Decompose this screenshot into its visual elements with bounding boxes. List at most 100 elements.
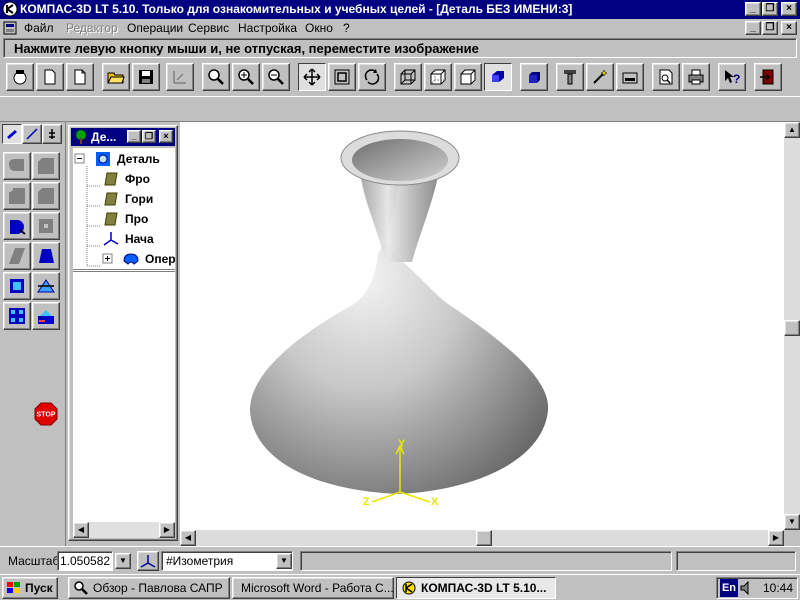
scale-input[interactable]: 1.050582 <box>57 551 113 571</box>
model-viewport[interactable]: Y X Z <box>180 122 784 530</box>
tree-minimize-button[interactable]: _ <box>127 130 141 143</box>
kompas-app-icon[interactable] <box>2 1 18 17</box>
wireframe-icon[interactable] <box>394 63 422 91</box>
perspective-icon[interactable] <box>520 63 548 91</box>
thin-lines-icon[interactable] <box>454 63 482 91</box>
shaded-icon[interactable] <box>484 63 512 91</box>
save-disk-icon[interactable] <box>132 63 160 91</box>
tree-maximize-button[interactable]: ❐ <box>142 130 156 143</box>
doc-minimize-button[interactable]: _ <box>745 21 761 35</box>
menu-help[interactable]: ? <box>343 21 350 35</box>
vase-model[interactable]: Y X Z <box>180 122 784 530</box>
zoom-out-icon[interactable] <box>262 63 290 91</box>
model-tree-titlebar[interactable]: Де... _ ❐ × <box>71 128 175 146</box>
stop-button[interactable]: STOP <box>32 400 60 428</box>
svg-text:?: ? <box>733 72 740 86</box>
menu-settings[interactable]: Настройка <box>238 21 297 35</box>
tree-close-button[interactable]: × <box>159 130 173 143</box>
zoom-in-icon[interactable] <box>232 63 260 91</box>
viewport-horizontal-scrollbar[interactable]: ◀ ▶ <box>180 530 784 546</box>
scale-dropdown-icon[interactable]: ▼ <box>115 553 131 569</box>
zoom-icon[interactable] <box>202 63 230 91</box>
restore-button[interactable]: ❐ <box>762 2 778 16</box>
main-toolbar: ? <box>0 60 800 96</box>
taskbar-item-kompas[interactable]: КОМПАС-3D LT 5.10... <box>396 577 556 599</box>
move-view-icon[interactable] <box>298 63 326 91</box>
mirror-icon[interactable] <box>32 302 60 330</box>
scroll-left-icon[interactable]: ◀ <box>73 522 89 538</box>
scroll-right-icon[interactable]: ▶ <box>768 530 784 546</box>
chamfer-icon[interactable] <box>32 182 60 210</box>
zoom-frame-icon[interactable] <box>328 63 356 91</box>
scroll-up-icon[interactable]: ▲ <box>784 122 800 138</box>
scroll-down-icon[interactable]: ▼ <box>784 514 800 530</box>
taper-icon[interactable] <box>32 242 60 270</box>
tree-root-label: Деталь <box>117 152 160 166</box>
taskbar-item-explorer[interactable]: Обзор - Павлова САПР <box>68 577 230 599</box>
clock[interactable]: 10:44 <box>763 581 793 595</box>
menu-window[interactable]: Окно <box>305 21 333 35</box>
scroll-left-icon[interactable]: ◀ <box>180 530 196 546</box>
minimize-button[interactable]: _ <box>745 2 761 16</box>
open-folder-icon[interactable] <box>102 63 130 91</box>
plane-icon <box>104 212 118 226</box>
loft-icon[interactable] <box>3 242 31 270</box>
menu-file[interactable]: Файл <box>24 21 54 35</box>
speaker-icon[interactable] <box>740 581 752 595</box>
measure-tab[interactable] <box>42 124 62 144</box>
new-document-icon[interactable] <box>6 63 34 91</box>
shell-icon[interactable] <box>3 272 31 300</box>
scale-label: Масштаб <box>8 554 60 568</box>
pattern-icon[interactable] <box>3 302 31 330</box>
new-page-icon[interactable] <box>66 63 94 91</box>
part-icon <box>96 152 110 166</box>
hole-icon[interactable] <box>32 212 60 240</box>
model-tree-title: Де... <box>91 130 117 144</box>
menu-editor[interactable]: Редактор <box>66 21 118 35</box>
exit-icon[interactable] <box>754 63 782 91</box>
scroll-right-icon[interactable]: ▶ <box>159 522 175 538</box>
axis-x-label: X <box>431 496 439 508</box>
view-dropdown-icon[interactable]: ▼ <box>276 553 292 569</box>
pan-view-icon[interactable] <box>166 63 194 91</box>
scroll-thumb[interactable] <box>784 320 800 336</box>
document-system-icon[interactable] <box>3 21 17 35</box>
start-button[interactable]: Пуск <box>2 577 58 599</box>
rotate-icon[interactable] <box>358 63 386 91</box>
title-bar[interactable]: КОМПАС-3D LT 5.10. Только для ознакомите… <box>0 0 800 19</box>
language-indicator[interactable]: En <box>720 579 738 597</box>
tool-icon[interactable] <box>556 63 584 91</box>
tray-icon[interactable] <box>616 63 644 91</box>
preview-icon[interactable] <box>652 63 680 91</box>
origin-axes-icon <box>103 232 119 246</box>
taskbar: Пуск Обзор - Павлова САПР W Microsoft Wo… <box>0 574 800 600</box>
fillet-icon[interactable] <box>3 182 31 210</box>
orientation-button[interactable] <box>137 551 159 571</box>
menu-service[interactable]: Сервис <box>188 21 229 35</box>
menu-operations[interactable]: Операции <box>127 21 183 35</box>
doc-restore-button[interactable]: ❐ <box>762 21 778 35</box>
taskbar-item-label: Обзор - Павлова САПР <box>93 581 223 595</box>
hidden-lines-icon[interactable] <box>424 63 452 91</box>
extrude-cut-icon[interactable] <box>32 152 60 180</box>
view-orientation-select[interactable]: #Изометрия <box>161 551 293 571</box>
plane-icon <box>104 172 118 186</box>
tree-horizontal-scrollbar[interactable]: ◀ ▶ <box>73 522 175 538</box>
print-icon[interactable] <box>682 63 710 91</box>
3d-ops-tab[interactable] <box>2 124 22 144</box>
extrude-boss-icon[interactable] <box>3 152 31 180</box>
menu-bar: Файл Редактор Операции Сервис Настройка … <box>0 19 800 38</box>
close-button[interactable]: × <box>781 2 797 16</box>
help-icon[interactable]: ? <box>718 63 746 91</box>
tree-divider <box>73 269 175 272</box>
new-sheet-icon[interactable] <box>36 63 64 91</box>
doc-close-button[interactable]: × <box>781 21 797 35</box>
viewport-vertical-scrollbar[interactable]: ▲ ▼ <box>784 122 800 530</box>
magic-wand-icon[interactable] <box>586 63 614 91</box>
revolve-icon[interactable] <box>3 212 31 240</box>
section-icon[interactable] <box>32 272 60 300</box>
scroll-thumb[interactable] <box>476 530 492 546</box>
taskbar-item-word[interactable]: W Microsoft Word - Работа С... <box>232 577 394 599</box>
tree-item-label: Про <box>125 212 149 226</box>
sketch-tab[interactable] <box>22 124 42 144</box>
